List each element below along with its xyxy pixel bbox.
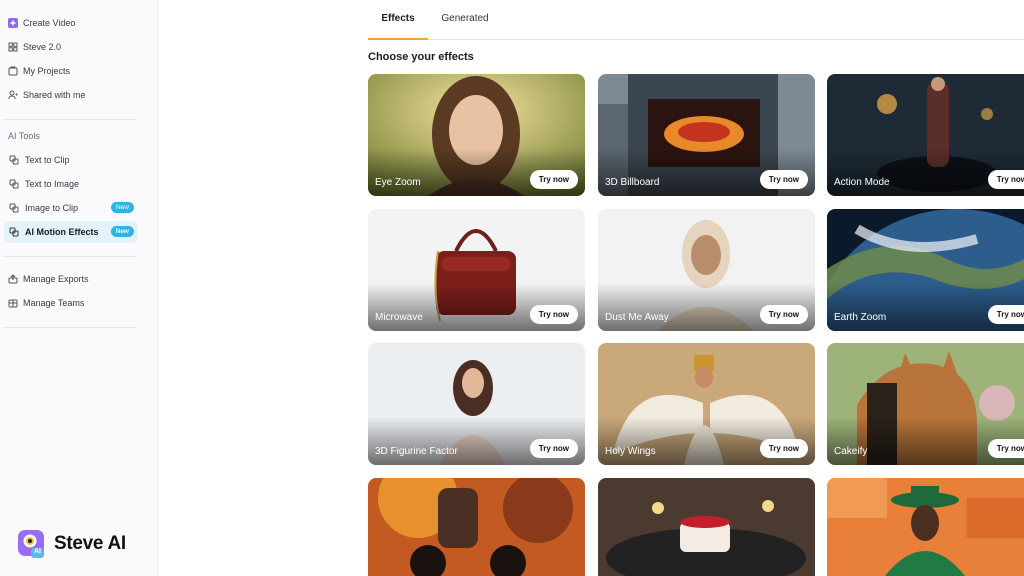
sidebar-item-ai-motion-effects[interactable]: AI Motion Effects New [4, 221, 138, 243]
effect-card-3d-figurine-factor[interactable]: 3D Figurine Factor Try now [368, 343, 585, 465]
try-now-button[interactable]: Try now [529, 439, 578, 458]
clip-icon [9, 203, 19, 213]
motion-icon [9, 227, 19, 237]
effect-card-3d-billboard[interactable]: 3D Billboard Try now [598, 74, 815, 196]
try-now-button[interactable]: Try now [759, 305, 808, 324]
sidebar-divider [4, 119, 136, 120]
app-logo[interactable]: AI Steve AI [16, 528, 126, 560]
try-now-button[interactable]: Try now [529, 170, 578, 189]
grid-icon [8, 42, 18, 52]
try-now-button[interactable]: Try now [987, 439, 1024, 458]
logo-badge: AI [34, 548, 41, 555]
effect-card[interactable] [598, 478, 815, 576]
effect-card-action-mode[interactable]: Action Mode Try now [827, 74, 1024, 196]
effect-card-eye-zoom[interactable]: Eye Zoom Try now [368, 74, 585, 196]
sidebar-item-image-to-clip[interactable]: Image to Clip New [4, 197, 138, 219]
sidebar-item-label: Steve 2.0 [23, 42, 62, 52]
sidebar-item-label: AI Motion Effects [25, 227, 99, 237]
sidebar-item-text-to-clip[interactable]: Text to Clip [4, 149, 138, 171]
card-label: Holy Wings [605, 446, 656, 457]
folder-icon [8, 66, 18, 76]
sidebar-item-my-projects[interactable]: My Projects [4, 60, 138, 82]
tab-bar: Effects Generated [368, 0, 1024, 40]
try-now-button[interactable]: Try now [987, 305, 1024, 324]
sidebar-item-shared-with-me[interactable]: Shared with me [4, 84, 138, 106]
new-badge: New [110, 226, 134, 237]
user-share-icon [8, 90, 18, 100]
logo-icon: AI [16, 528, 48, 560]
clip-icon [9, 155, 19, 165]
effect-card-holy-wings[interactable]: Holy Wings Try now [598, 343, 815, 465]
page-title: Choose your effects [368, 51, 474, 63]
sidebar-item-label: Shared with me [23, 90, 86, 100]
effect-card[interactable] [368, 478, 585, 576]
sidebar-item-steve-2[interactable]: Steve 2.0 [4, 36, 138, 58]
sidebar: Create Video Steve 2.0 My Projects Share… [0, 0, 158, 576]
effect-card-microwave[interactable]: Microwave Try now [368, 209, 585, 331]
card-label: Eye Zoom [375, 177, 421, 188]
try-now-button[interactable]: Try now [759, 170, 808, 189]
new-badge: New [110, 202, 134, 213]
card-label: Dust Me Away [605, 312, 669, 323]
effect-card-earth-zoom[interactable]: Earth Zoom Try now [827, 209, 1024, 331]
try-now-button[interactable]: Try now [987, 170, 1024, 189]
try-now-button[interactable]: Try now [759, 439, 808, 458]
sidebar-item-label: Create Video [23, 18, 76, 28]
sidebar-item-text-to-image[interactable]: Text to Image [4, 173, 138, 195]
section-label-ai-tools: AI Tools [8, 131, 40, 141]
image-icon [9, 179, 19, 189]
card-label: Microwave [375, 312, 423, 323]
effect-thumbnail [827, 478, 1024, 576]
tab-generated[interactable]: Generated [438, 13, 492, 40]
effect-thumbnail [368, 478, 585, 576]
sidebar-item-manage-teams[interactable]: Manage Teams [4, 292, 138, 314]
logo-text: Steve AI [54, 533, 126, 554]
card-label: 3D Figurine Factor [375, 446, 458, 457]
sidebar-item-label: Text to Clip [25, 155, 70, 165]
team-icon [8, 298, 18, 308]
plus-square-icon [8, 18, 18, 28]
card-label: Action Mode [834, 177, 890, 188]
sidebar-item-label: Text to Image [25, 179, 80, 189]
sidebar-item-label: My Projects [23, 66, 71, 76]
sidebar-divider [4, 327, 136, 328]
card-label: Earth Zoom [834, 312, 887, 323]
export-icon [8, 274, 18, 284]
effect-thumbnail [598, 478, 815, 576]
sidebar-item-create-video[interactable]: Create Video [4, 12, 138, 34]
effect-card-cakeify[interactable]: Cakeify Try now [827, 343, 1024, 465]
sidebar-item-label: Manage Exports [23, 274, 89, 284]
effect-card-dust-me-away[interactable]: Dust Me Away Try now [598, 209, 815, 331]
card-label: 3D Billboard [605, 177, 660, 188]
sidebar-item-label: Manage Teams [23, 298, 85, 308]
effect-card[interactable] [827, 478, 1024, 576]
card-label: Cakeify [834, 446, 868, 457]
try-now-button[interactable]: Try now [529, 305, 578, 324]
tab-effects[interactable]: Effects [368, 13, 428, 40]
sidebar-divider [4, 256, 136, 257]
sidebar-item-manage-exports[interactable]: Manage Exports [4, 268, 138, 290]
sidebar-item-label: Image to Clip [25, 203, 79, 213]
